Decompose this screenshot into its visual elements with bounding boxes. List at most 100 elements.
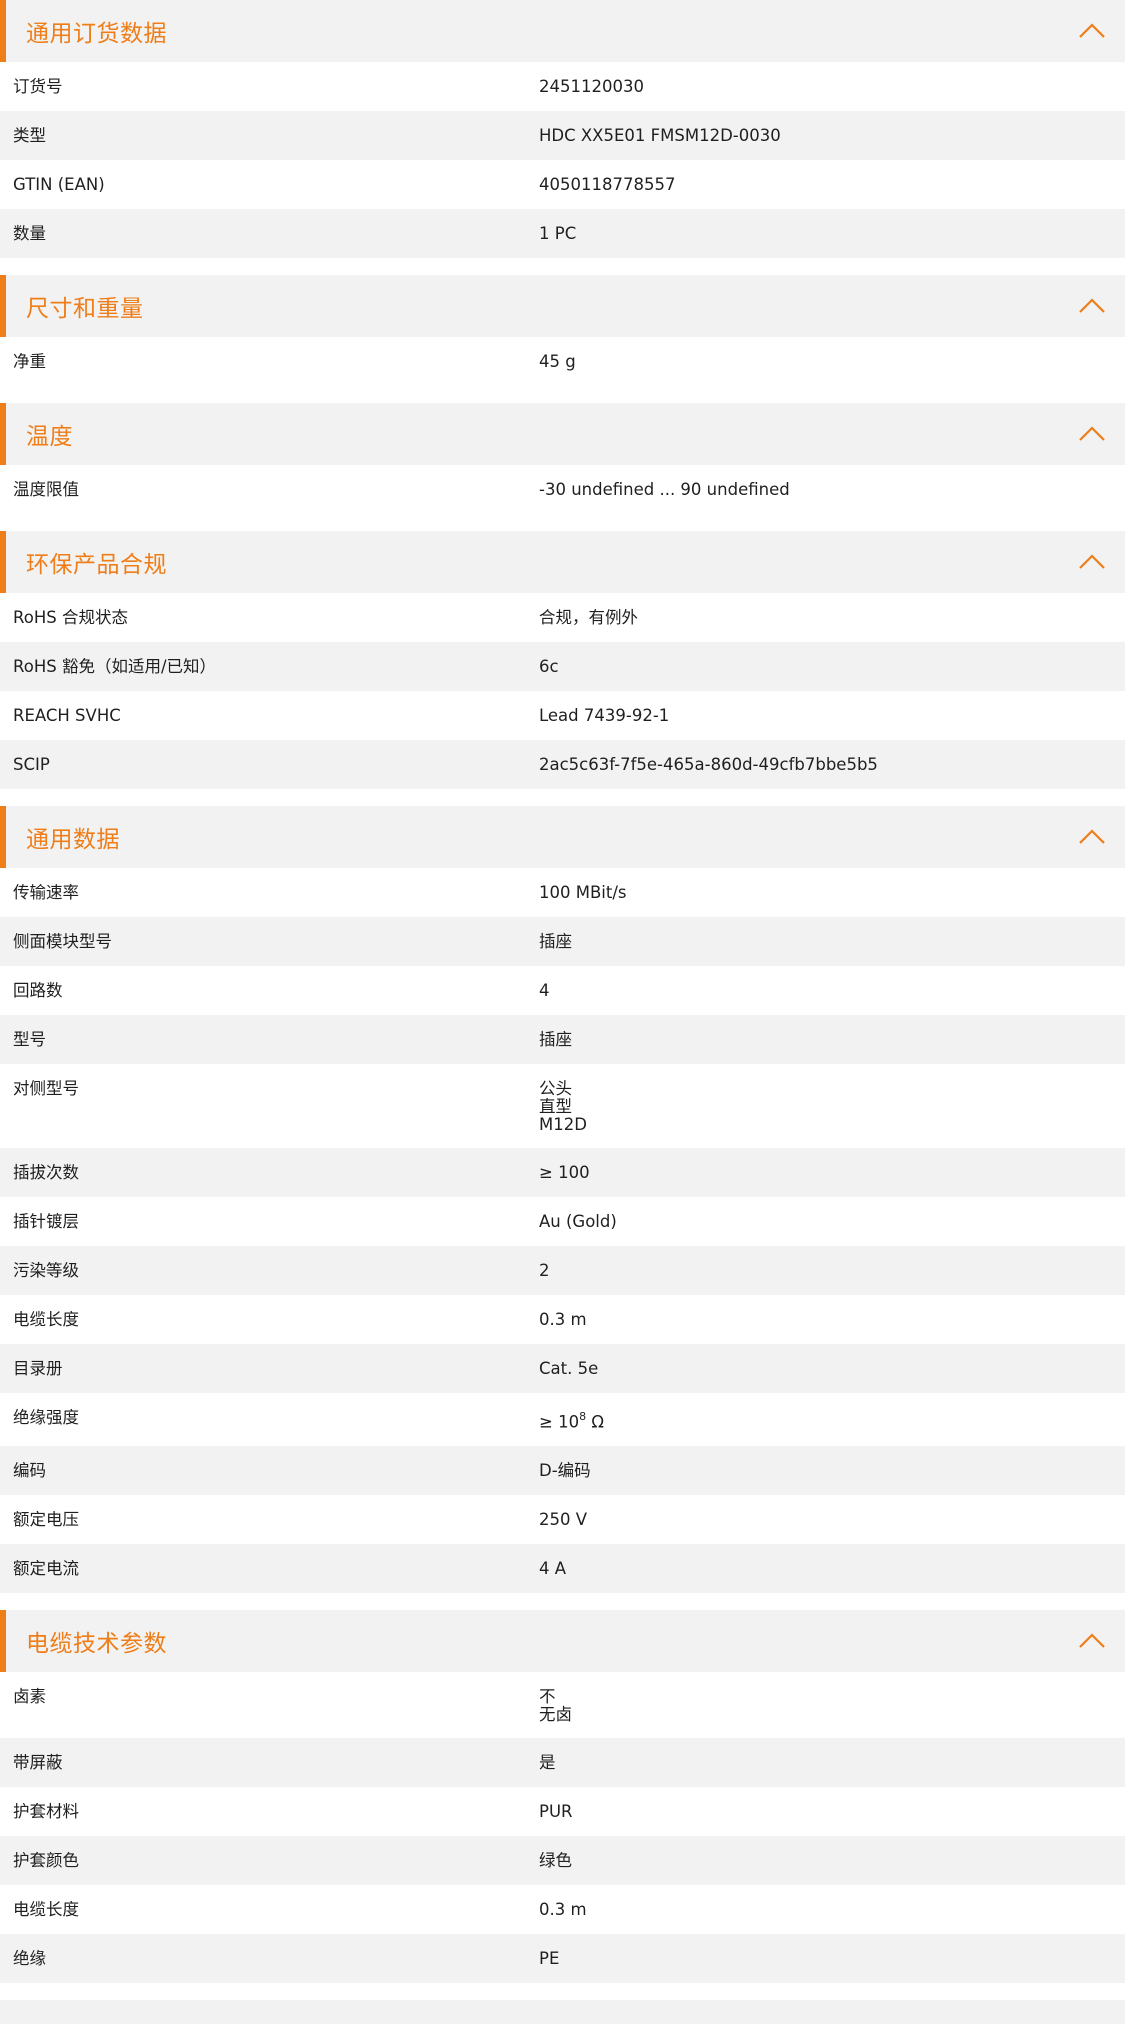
spec-value: Cat. 5e: [539, 1359, 599, 1378]
spec-row: 对侧型号 公头 直型 M12D: [0, 1064, 1125, 1148]
spec-value: Lead 7439-92-1: [539, 706, 670, 725]
spec-table: 传输速率 100 MBit/s 侧面模块型号 插座 回路数 4 型号 插座 对侧型号 公头…: [0, 868, 1125, 1593]
spec-value: 4 A: [539, 1558, 567, 1578]
spec-label: GTIN (EAN): [13, 175, 105, 194]
spec-row: 额定电流 4 A: [0, 1543, 1125, 1593]
section-gap: [0, 258, 1125, 275]
chevron-up-icon[interactable]: [1077, 548, 1107, 576]
spec-row: 插针镀层 Au (Gold): [0, 1197, 1125, 1246]
spec-row: 护套颜色 绿色: [0, 1835, 1125, 1885]
spec-label: SCIP: [13, 755, 50, 774]
spec-table: 净重 45 g: [0, 337, 1125, 386]
section-header[interactable]: 通用订货数据: [0, 0, 1125, 62]
spec-value: 绿色: [539, 1850, 572, 1870]
section-header[interactable]: 温度: [0, 403, 1125, 465]
value-exponent: 8: [579, 1410, 587, 1423]
section-gap: [0, 789, 1125, 806]
section-title: 通用数据: [26, 827, 120, 853]
section-general-data: 通用数据 传输速率 100 MBit/s 侧面模块型号 插座 回路数 4 型号 插座 对…: [0, 806, 1125, 1593]
spec-value: PUR: [539, 1801, 573, 1821]
spec-page: 通用订货数据 订货号 2451120030 类型 HDC XX5E01 FMSM12…: [0, 0, 1125, 2038]
value-unit: Ω: [586, 1412, 604, 1432]
spec-value: HDC XX5E01 FMSM12D-0030: [539, 126, 781, 145]
spec-label: 电缆长度: [13, 1899, 79, 1919]
spec-row: 订货号 2451120030: [0, 62, 1125, 111]
spec-row: 带屏蔽 是: [0, 1737, 1125, 1787]
chevron-up-icon[interactable]: [1077, 823, 1107, 851]
spec-value: 1 PC: [539, 224, 577, 243]
spec-label: 绝缘: [13, 1948, 46, 1968]
value-base: ≥ 10: [539, 1412, 580, 1432]
spec-row: 净重 45 g: [0, 337, 1125, 386]
spec-label: 目录册: [13, 1359, 63, 1378]
section-gap: [0, 386, 1125, 403]
section-header[interactable]: 环保产品合规: [0, 531, 1125, 593]
spec-label: 净重: [13, 352, 46, 371]
spec-label: REACH SVHC: [13, 706, 121, 725]
chevron-up-icon[interactable]: [1077, 1627, 1107, 1655]
section-header[interactable]: 通用数据: [0, 806, 1125, 868]
spec-row: 回路数 4: [0, 966, 1125, 1015]
spec-row: SCIP 2ac5c63f-7f5e-465a-860d-49cfb7bbe5b5: [0, 740, 1125, 789]
spec-row: 编码 D-编码: [0, 1445, 1125, 1495]
spec-value: 250 V: [539, 1509, 588, 1529]
spec-label: 插针镀层: [13, 1212, 79, 1231]
spec-label: 温度限值: [13, 480, 79, 499]
spec-label: 对侧型号: [13, 1079, 79, 1098]
spec-row: 护套材料 PUR: [0, 1786, 1125, 1836]
spec-row: 侧面模块型号 插座: [0, 917, 1125, 966]
spec-label: 插拔次数: [13, 1163, 79, 1182]
spec-row: RoHS 合规状态 合规，有例外: [0, 593, 1125, 642]
spec-row: 绝缘强度 ≥ 108 Ω: [0, 1393, 1125, 1446]
spec-value: 4050118778557: [539, 175, 676, 194]
spec-label: 类型: [13, 126, 46, 145]
section-gap: [0, 1592, 1125, 1610]
spec-row: 传输速率 100 MBit/s: [0, 868, 1125, 917]
section-temperature: 温度 温度限值 -30 undefined ... 90 undefined: [0, 403, 1125, 514]
spec-value: 100 MBit/s: [539, 883, 627, 902]
spec-row: 电缆长度 0.3 m: [0, 1884, 1125, 1934]
spec-value: 6c: [539, 657, 559, 676]
spec-value: 2: [539, 1261, 550, 1280]
section-title: 环保产品合规: [26, 552, 167, 578]
spec-row: 插拔次数 ≥ 100: [0, 1148, 1125, 1197]
spec-value: 2451120030: [539, 77, 644, 96]
spec-label: 护套颜色: [13, 1850, 79, 1870]
spec-value: 是: [539, 1752, 556, 1772]
spec-label: RoHS 合规状态: [13, 608, 128, 627]
spec-value: 合规，有例外: [539, 608, 638, 627]
spec-label: 卤素: [13, 1686, 46, 1706]
spec-value: 4: [539, 981, 550, 1000]
spec-value: ≥ 108 Ω: [539, 1393, 1125, 1446]
spec-row: 温度限值 -30 undefined ... 90 undefined: [0, 465, 1125, 514]
next-section-header-partial: [0, 1999, 1125, 2024]
section-header[interactable]: 尺寸和重量: [0, 275, 1125, 337]
spec-value: -30 undefined ... 90 undefined: [539, 480, 790, 499]
spec-row: 电缆长度 0.3 m: [0, 1295, 1125, 1344]
spec-value: ≥ 100: [539, 1163, 590, 1182]
spec-value: D-编码: [539, 1460, 591, 1480]
spec-row: REACH SVHC Lead 7439-92-1: [0, 691, 1125, 740]
chevron-up-icon[interactable]: [1077, 292, 1107, 320]
section-dimensions-weight: 尺寸和重量 净重 45 g: [0, 275, 1125, 386]
spec-label: 回路数: [13, 981, 63, 1000]
chevron-up-icon[interactable]: [1077, 17, 1107, 45]
spec-value: 公头 直型 M12D: [539, 1079, 587, 1134]
chevron-up-icon[interactable]: [1077, 420, 1107, 448]
spec-row: 型号 插座: [0, 1015, 1125, 1064]
section-header[interactable]: 电缆技术参数: [0, 1609, 1125, 1672]
spec-value: 插座: [539, 932, 572, 951]
spec-label: 订货号: [13, 77, 63, 96]
spec-row: GTIN (EAN) 4050118778557: [0, 160, 1125, 209]
spec-label: 编码: [13, 1460, 46, 1480]
spec-table: RoHS 合规状态 合规，有例外 RoHS 豁免（如适用/已知） 6c REACH …: [0, 593, 1125, 789]
section-general-ordering-data: 通用订货数据 订货号 2451120030 类型 HDC XX5E01 FMSM12…: [0, 0, 1125, 258]
spec-value: 45 g: [539, 352, 576, 371]
spec-table: 订货号 2451120030 类型 HDC XX5E01 FMSM12D-0030 …: [0, 62, 1125, 258]
spec-row: 目录册 Cat. 5e: [0, 1344, 1125, 1393]
spec-value: 2ac5c63f-7f5e-465a-860d-49cfb7bbe5b5: [539, 755, 878, 774]
spec-label: 传输速率: [13, 883, 79, 902]
section-cable-specs: 电缆技术参数 卤素 不 无卤 带屏蔽 是 护套材料 PUR 护套颜色 绿色 电缆长度 0.…: [0, 1609, 1125, 1983]
spec-value: 不 无卤: [539, 1686, 572, 1724]
spec-table: 卤素 不 无卤 带屏蔽 是 护套材料 PUR 护套颜色 绿色 电缆长度 0.3 m 绝缘 P…: [0, 1671, 1125, 1983]
